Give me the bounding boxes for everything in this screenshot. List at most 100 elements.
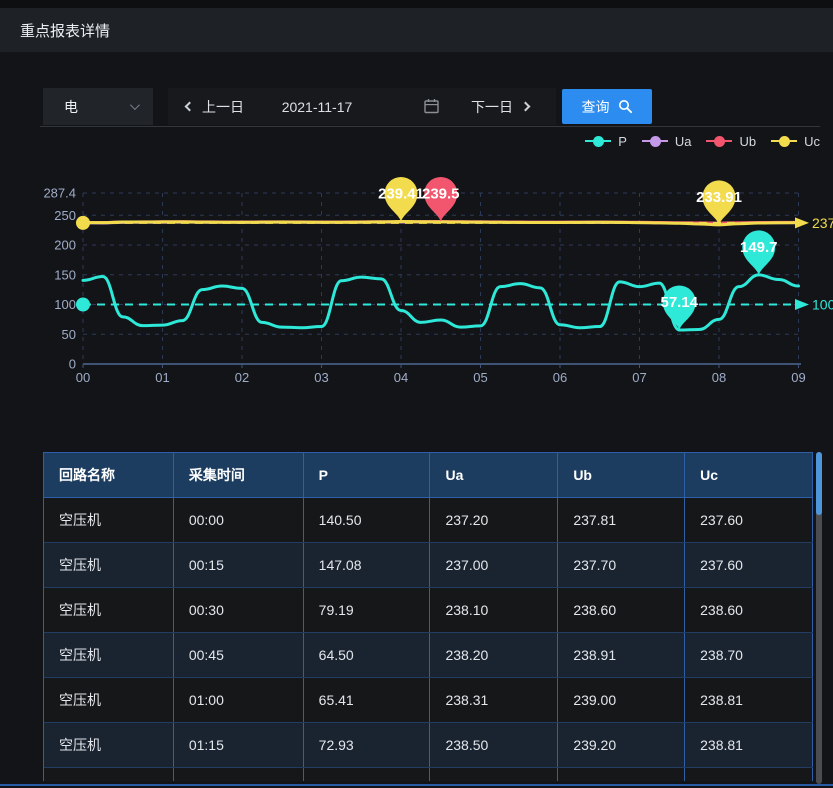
pin-value-label: 57.14 bbox=[660, 294, 698, 311]
x-axis-label: 08 bbox=[712, 370, 726, 385]
table-cell: 238.91 bbox=[558, 633, 685, 677]
table-header-row: 回路名称采集时间PUaUbUc bbox=[44, 453, 813, 498]
chevron-down-icon bbox=[130, 100, 140, 110]
legend-item-Ub[interactable]: Ub bbox=[706, 134, 756, 149]
marker-pin-Uc: 233.91 bbox=[696, 180, 742, 225]
table-cell: 空压机 bbox=[44, 543, 174, 587]
y-axis-label: 50 bbox=[62, 327, 76, 342]
table-cell: 空压机 bbox=[44, 498, 174, 542]
previous-day-button[interactable]: 上一日 bbox=[186, 88, 244, 125]
table-cell bbox=[685, 768, 813, 781]
table-row-partial bbox=[44, 768, 813, 781]
pin-value-label: 239.5 bbox=[422, 186, 460, 203]
page-title: 重点报表详情 bbox=[20, 20, 110, 41]
table-cell: 239.20 bbox=[558, 723, 685, 767]
previous-day-label: 上一日 bbox=[202, 97, 244, 117]
table-row: 空压机01:0065.41238.31239.00238.81 bbox=[44, 678, 813, 723]
query-button[interactable]: 查询 bbox=[562, 89, 652, 124]
y-axis-label: 250 bbox=[54, 208, 76, 223]
markline-arrow bbox=[795, 217, 809, 228]
x-axis-label: 06 bbox=[553, 370, 567, 385]
table-cell: 00:00 bbox=[174, 498, 304, 542]
table-header-cell: Uc bbox=[685, 453, 813, 497]
table-cell: 00:45 bbox=[174, 633, 304, 677]
table-cell: 00:15 bbox=[174, 543, 304, 587]
top-edge-strip bbox=[0, 0, 833, 8]
panel-bottom-border bbox=[0, 784, 833, 786]
table-scrollbar-thumb[interactable] bbox=[816, 452, 822, 515]
table-cell bbox=[430, 768, 558, 781]
x-axis-label: 03 bbox=[314, 370, 328, 385]
table-cell bbox=[174, 768, 304, 781]
table-cell: 237.81 bbox=[558, 498, 685, 542]
table-cell: 238.20 bbox=[430, 633, 558, 677]
table-cell: 空压机 bbox=[44, 588, 174, 632]
table-cell: 01:00 bbox=[174, 678, 304, 722]
toolbar-divider bbox=[40, 126, 820, 127]
table-cell: 237.60 bbox=[685, 543, 813, 587]
window-header: 重点报表详情 bbox=[0, 8, 833, 52]
search-icon bbox=[618, 99, 633, 114]
x-axis-label: 04 bbox=[394, 370, 408, 385]
legend-item-Uc[interactable]: Uc bbox=[771, 134, 820, 149]
toolbar: 电 上一日 2021-11-17 下一日 查询 bbox=[0, 88, 833, 126]
chevron-right-icon bbox=[521, 102, 531, 112]
legend-line-marker bbox=[771, 140, 797, 142]
next-day-button[interactable]: 下一日 bbox=[471, 88, 529, 125]
date-picker-value[interactable]: 2021-11-17 bbox=[267, 88, 367, 125]
line-chart: 050100150200250287.400010203040506070809… bbox=[0, 158, 833, 408]
table-header-cell: 采集时间 bbox=[174, 453, 304, 497]
x-axis-label: 01 bbox=[155, 370, 169, 385]
chart-legend: P Ua Ub Uc bbox=[585, 131, 820, 151]
markline-value-label: 237 bbox=[812, 215, 833, 231]
legend-label: Uc bbox=[804, 134, 820, 149]
legend-dot bbox=[779, 136, 790, 147]
table-cell: 238.50 bbox=[430, 723, 558, 767]
table-row: 空压机00:00140.50237.20237.81237.60 bbox=[44, 498, 813, 543]
x-axis-label: 00 bbox=[76, 370, 90, 385]
x-axis-label: 09 bbox=[791, 370, 805, 385]
query-button-label: 查询 bbox=[582, 97, 610, 117]
y-axis-label: 287.4 bbox=[43, 186, 76, 201]
legend-dot bbox=[593, 136, 604, 147]
table-cell: 64.50 bbox=[304, 633, 431, 677]
legend-line-marker bbox=[642, 140, 668, 142]
y-axis-label: 150 bbox=[54, 267, 76, 282]
pin-value-label: 149.7 bbox=[740, 239, 778, 256]
table-cell bbox=[44, 768, 174, 781]
legend-label: Ub bbox=[739, 134, 756, 149]
table-cell: 空压机 bbox=[44, 633, 174, 677]
table-scrollbar-track bbox=[816, 452, 822, 784]
legend-dot bbox=[714, 136, 725, 147]
table-cell: 79.19 bbox=[304, 588, 431, 632]
legend-label: Ua bbox=[675, 134, 692, 149]
table-cell: 140.50 bbox=[304, 498, 431, 542]
table-cell bbox=[558, 768, 685, 781]
y-axis-label: 200 bbox=[54, 238, 76, 253]
legend-dot bbox=[650, 136, 661, 147]
x-axis-label: 05 bbox=[473, 370, 487, 385]
table-cell: 238.81 bbox=[685, 678, 813, 722]
date-navigation-panel: 上一日 2021-11-17 下一日 bbox=[168, 88, 556, 125]
legend-line-marker bbox=[706, 140, 732, 142]
table-cell: 238.70 bbox=[685, 633, 813, 677]
table-row: 空压机00:3079.19238.10238.60238.60 bbox=[44, 588, 813, 633]
table-cell: 238.60 bbox=[685, 588, 813, 632]
type-select-value: 电 bbox=[64, 97, 78, 117]
x-axis-label: 02 bbox=[235, 370, 249, 385]
table-cell: 237.70 bbox=[558, 543, 685, 587]
calendar-icon[interactable] bbox=[424, 98, 439, 117]
legend-item-P[interactable]: P bbox=[585, 134, 627, 149]
type-select[interactable]: 电 bbox=[43, 88, 153, 125]
table-cell: 238.60 bbox=[558, 588, 685, 632]
table-header-cell: P bbox=[304, 453, 431, 497]
table-cell: 空压机 bbox=[44, 678, 174, 722]
table-cell: 空压机 bbox=[44, 723, 174, 767]
table-cell: 237.60 bbox=[685, 498, 813, 542]
legend-item-Ua[interactable]: Ua bbox=[642, 134, 692, 149]
table-cell: 147.08 bbox=[304, 543, 431, 587]
pin-value-label: 239.41 bbox=[378, 186, 424, 203]
table-row: 空压机00:4564.50238.20238.91238.70 bbox=[44, 633, 813, 678]
table-header-cell: Ub bbox=[558, 453, 685, 497]
markline-start-dot bbox=[76, 216, 90, 230]
